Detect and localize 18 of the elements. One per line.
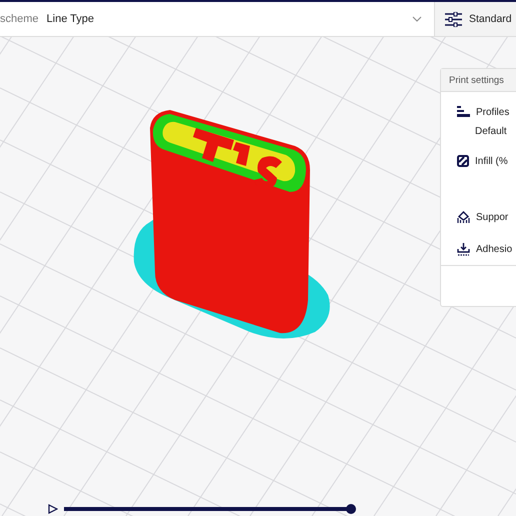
adhesion-icon (457, 243, 470, 256)
print-setup-button[interactable]: Standard (435, 2, 516, 36)
slider-handle[interactable] (346, 504, 356, 514)
panel-title: Print settings (441, 69, 516, 92)
setting-label: Suppor (476, 212, 508, 223)
color-scheme-label: scheme (0, 13, 39, 25)
setting-label: Infill (% (475, 156, 508, 166)
setting-label: Adhesio (476, 244, 512, 255)
play-icon[interactable] (48, 504, 58, 514)
layer-slider[interactable] (64, 504, 356, 514)
infill-icon (457, 155, 469, 167)
profiles-icon (457, 106, 470, 118)
setting-label: Profiles (476, 106, 510, 118)
sliders-icon (445, 12, 462, 26)
chevron-down-icon[interactable] (412, 16, 422, 22)
color-scheme-dropdown[interactable]: Line Type (46, 13, 412, 25)
setting-label: Default (475, 126, 507, 137)
support-icon (457, 211, 470, 224)
